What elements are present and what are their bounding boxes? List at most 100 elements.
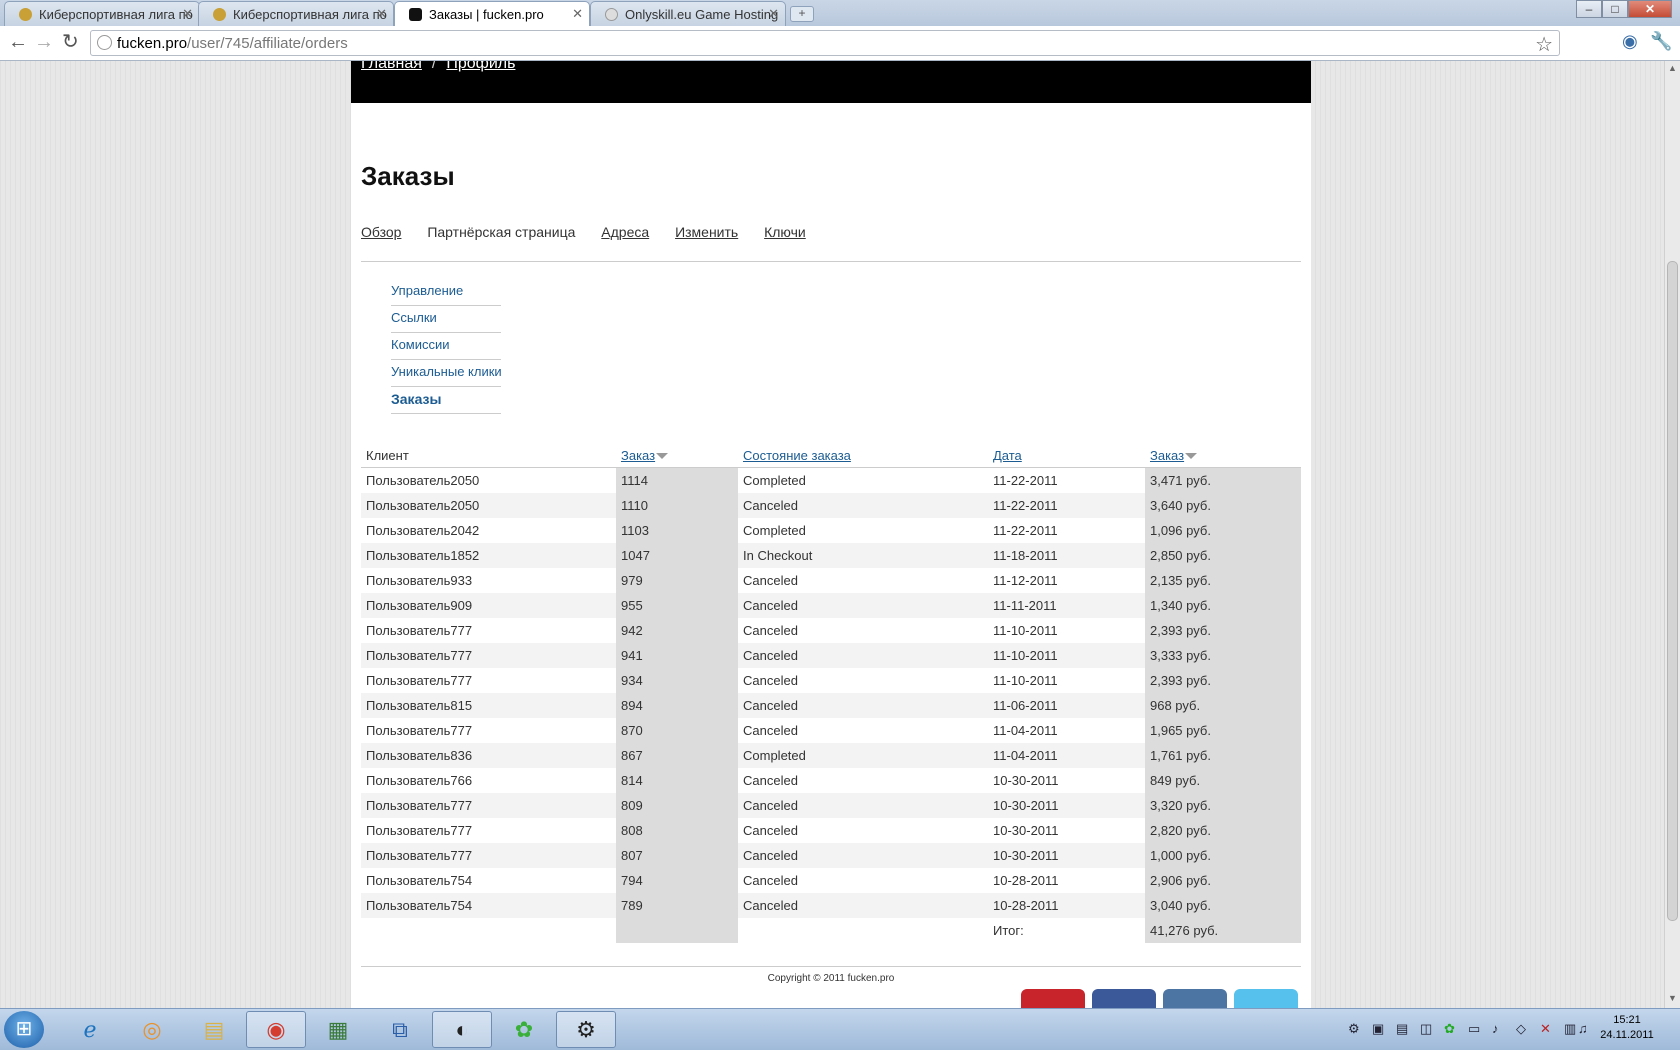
cell-client: Пользователь909 <box>361 593 616 618</box>
subnav-item-commissions[interactable]: Комиссии <box>391 333 501 360</box>
forward-arrow-icon[interactable]: → <box>34 32 54 52</box>
table-row: Пользователь754 789 Canceled 10-28-2011 3,04… <box>361 893 1301 918</box>
cell-order: 807 <box>616 843 738 868</box>
media-player-icon[interactable]: ◎ <box>122 1011 182 1048</box>
header-status[interactable]: Состояние заказа <box>738 443 988 468</box>
table-row: Пользователь815 894 Canceled 11-06-2011 968 … <box>361 693 1301 718</box>
app-tray-icon[interactable]: ✕ <box>1540 1021 1551 1037</box>
tab-title: Заказы | fucken.pro <box>429 7 544 22</box>
chrome-icon[interactable]: ◉ <box>246 1011 306 1048</box>
bookmark-star-icon[interactable]: ☆ <box>1535 32 1553 57</box>
steam-icon[interactable]: ⚙ <box>556 1011 616 1048</box>
internet-explorer-icon[interactable]: ℯ <box>60 1011 120 1048</box>
browser-tab-active[interactable]: Заказы | fucken.pro ✕ <box>394 1 590 27</box>
network-tray-icon[interactable]: ▥ <box>1564 1021 1576 1037</box>
browser-tab-bar: Киберспортивная лига по ✕ Киберспортивна… <box>0 0 1680 27</box>
sort-status-link[interactable]: Состояние заказа <box>743 448 851 463</box>
address-url[interactable]: fucken.pro/user/745/affiliate/orders <box>117 35 348 52</box>
scroll-down-icon[interactable]: ▼ <box>1667 993 1678 1003</box>
browser-tab[interactable]: Киберспортивная лига по ✕ <box>198 1 394 26</box>
speaker-tray-icon[interactable]: ♪ <box>1492 1021 1499 1036</box>
network-monitor-icon[interactable]: ▦ <box>308 1011 368 1048</box>
volume-tray-icon[interactable]: ♫ <box>1578 1021 1588 1036</box>
tab-edit[interactable]: Изменить <box>675 224 738 240</box>
minimize-window-button[interactable]: – <box>1576 0 1602 18</box>
cell-status: Canceled <box>738 493 988 518</box>
extension-icon[interactable]: ◉ <box>1622 31 1638 52</box>
breadcrumb-separator: / <box>431 61 437 72</box>
tab-addresses[interactable]: Адреса <box>601 224 649 240</box>
back-arrow-icon[interactable]: ← <box>8 32 28 52</box>
scroll-up-icon[interactable]: ▲ <box>1667 63 1678 73</box>
vkontakte-icon[interactable] <box>1163 989 1227 1008</box>
browser-tab[interactable]: Киберспортивная лига по ✕ <box>4 1 200 26</box>
sort-date-link[interactable]: Дата <box>993 448 1022 463</box>
breadcrumb-home-link[interactable]: Главная <box>361 61 422 72</box>
subnav-item-unique-clicks[interactable]: Уникальные клики <box>391 360 502 387</box>
cell-client: Пользователь754 <box>361 893 616 918</box>
close-tab-icon[interactable]: ✕ <box>376 6 387 22</box>
address-bar[interactable]: fucken.pro/user/745/affiliate/orders ☆ <box>90 30 1560 56</box>
cell-status: Canceled <box>743 673 798 688</box>
close-tab-icon[interactable]: ✕ <box>768 6 779 22</box>
site-favicon-icon <box>409 8 422 21</box>
tab-keys[interactable]: Ключи <box>764 224 806 240</box>
close-tab-icon[interactable]: ✕ <box>182 6 193 22</box>
table-row: Пользователь2042 1103 Completed 11-22-2011 1… <box>361 518 1301 543</box>
table-row: Пользователь777 941 Canceled 11-10-2011 3,33… <box>361 643 1301 668</box>
page-scrollbar[interactable]: ▲ ▼ <box>1664 61 1680 1008</box>
cell-order: 979 <box>616 568 738 593</box>
reload-icon[interactable]: ↻ <box>62 32 79 52</box>
maximize-window-button[interactable]: □ <box>1602 0 1628 18</box>
breadcrumb-profile-link[interactable]: Профиль <box>446 61 515 72</box>
twitter-icon[interactable] <box>1234 989 1298 1008</box>
network-tool-icon[interactable]: ⧉ <box>370 1011 430 1048</box>
cell-client: Пользователь777 <box>361 643 616 668</box>
steam-tray-icon[interactable]: ⚙ <box>1348 1021 1360 1037</box>
close-window-button[interactable]: ✕ <box>1628 0 1672 18</box>
icq-tray-icon[interactable]: ✿ <box>1444 1021 1455 1037</box>
cell-order: 1103 <box>616 518 738 543</box>
youtube-icon[interactable] <box>1021 989 1085 1008</box>
app-tray-icon[interactable]: ▤ <box>1396 1021 1408 1037</box>
subnav-item-management[interactable]: Управление <box>391 279 501 306</box>
subnav-item-orders[interactable]: Заказы <box>391 387 501 414</box>
app-tray-icon[interactable]: ◫ <box>1420 1021 1432 1037</box>
header-date[interactable]: Дата <box>988 443 1145 468</box>
sort-order-link[interactable]: Заказ <box>621 448 655 463</box>
tabs-divider <box>361 261 1301 262</box>
app-tray-icon[interactable]: ▣ <box>1372 1021 1384 1037</box>
sort-amount-link[interactable]: Заказ <box>1150 448 1184 463</box>
new-tab-button[interactable]: + <box>790 6 814 22</box>
cell-amount: 2,393 руб. <box>1145 668 1301 693</box>
wrench-menu-icon[interactable]: 🔧 <box>1650 31 1672 52</box>
total-value: 41,276 руб. <box>1145 918 1301 943</box>
tab-overview[interactable]: Обзор <box>361 224 401 240</box>
browser-toolbar: ← → ↻ fucken.pro/user/745/affiliate/orde… <box>0 26 1680 61</box>
affiliate-subnav: Управление Ссылки Комиссии Уникальные кл… <box>391 279 502 414</box>
site-favicon-icon <box>213 8 226 21</box>
cell-amount: 849 руб. <box>1145 768 1301 793</box>
header-order[interactable]: Заказ <box>616 443 738 468</box>
app-tray-icon[interactable]: ◇ <box>1516 1021 1526 1037</box>
page-info-icon[interactable] <box>97 35 112 50</box>
game-client-icon[interactable]: ◐ <box>432 1011 492 1048</box>
scrollbar-thumb[interactable] <box>1667 261 1678 921</box>
cell-date: 11-04-2011 <box>988 743 1145 768</box>
taskbar-clock[interactable]: 15:21 24.11.2011 <box>1592 1013 1662 1043</box>
windows-start-icon[interactable]: ⊞ <box>4 1011 44 1048</box>
page-viewport: Главная / Профиль Заказы Обзор Партнёрская… <box>0 61 1664 1008</box>
icq-icon[interactable]: ✿ <box>494 1011 554 1048</box>
header-amount[interactable]: Заказ <box>1145 443 1301 468</box>
orders-table-body: Пользователь2050 1114 Completed 11-22-2011 3… <box>361 467 1301 918</box>
app-tray-icon[interactable]: ▭ <box>1468 1021 1480 1037</box>
file-explorer-icon[interactable]: ▤ <box>184 1011 244 1048</box>
table-row: Пользователь777 809 Canceled 10-30-2011 3,32… <box>361 793 1301 818</box>
browser-tab[interactable]: Onlyskill.eu Game Hosting ✕ <box>590 1 786 26</box>
tab-affiliate-page[interactable]: Партнёрская страница <box>427 224 575 240</box>
cell-date: 11-10-2011 <box>993 673 1058 688</box>
facebook-icon[interactable] <box>1092 989 1156 1008</box>
cell-status: Canceled <box>738 793 988 818</box>
subnav-item-links[interactable]: Ссылки <box>391 306 501 333</box>
close-tab-icon[interactable]: ✕ <box>572 6 583 22</box>
